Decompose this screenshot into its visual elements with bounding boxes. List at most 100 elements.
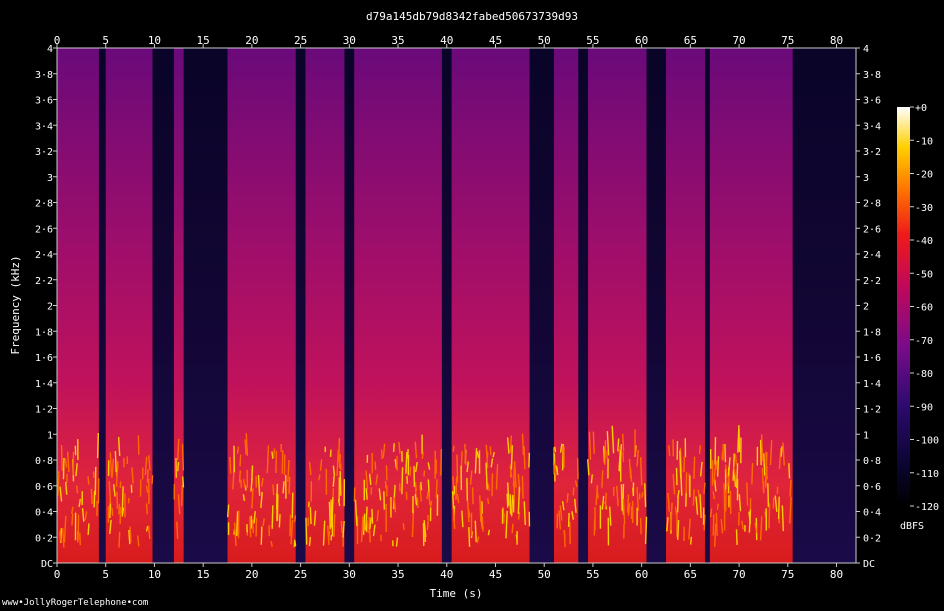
- colorbar-tick-label-4: -40: [915, 236, 933, 247]
- formant-streak-326: [502, 513, 505, 524]
- colorbar-tick-label-2: -20: [915, 170, 933, 181]
- colorbar-tick-label-3: -30: [915, 203, 933, 214]
- x-tick-label-top-7: 35: [391, 34, 404, 47]
- y-tick-label-left-16: 3·2: [35, 147, 53, 158]
- formant-streak-10: [87, 476, 90, 485]
- y-axis-left: DC 0·2 0·4 0·6 0·8 1 1·2 1·4 1·6 1·8 2 2·2 2·4 2·6 2·8…: [35, 44, 57, 570]
- colorbar: +0 -10 -20 -30 -40 -50 -60 -70 -80 -90 -100 -110 -12…: [897, 103, 939, 532]
- formant-streak-226: [402, 523, 405, 530]
- formant-streak-358: [567, 512, 570, 527]
- speech-segment-6: [451, 48, 530, 563]
- x-axis-top: 0 5 10 15 20 25 30 35 40 45 50 55 60 65 70 75 80: [54, 34, 843, 48]
- formant-streak-132: [272, 448, 276, 458]
- formant-streak-49: [118, 503, 121, 515]
- y-tick-label-right-6: 1·2: [863, 405, 881, 416]
- formant-streak-228: [440, 449, 443, 476]
- y-tick-label-left-2: 0·4: [35, 508, 53, 519]
- formant-streak-122: [240, 479, 243, 488]
- x-tick-label-bottom-16: 80: [830, 568, 843, 581]
- formant-streak-14: [87, 523, 90, 535]
- formant-streak-218: [430, 500, 433, 507]
- formant-streak-210: [421, 451, 424, 459]
- x-tick-label-top-16: 80: [830, 34, 843, 47]
- x-tick-label-bottom-3: 15: [197, 568, 210, 581]
- y-tick-label-right-15: 3: [863, 173, 869, 184]
- formant-streak-274: [468, 527, 471, 547]
- x-tick-label-top-4: 20: [245, 34, 258, 47]
- formant-streak-377: [644, 516, 648, 545]
- y-axis-right: DC 0·2 0·4 0·6 0·8 1 1·2 1·4 1·6 1·8 2 2·2 2·4 2·6 2·8…: [856, 44, 881, 570]
- formant-streak-311: [521, 475, 524, 499]
- y-axis-label: Frequency (kHz): [9, 255, 22, 354]
- colorbar-tick-label-0: +0: [915, 103, 927, 114]
- formant-streak-223: [371, 508, 374, 524]
- formant-streak-134: [246, 524, 249, 533]
- formant-streak-271: [452, 445, 455, 452]
- formant-streak-443: [674, 506, 678, 516]
- colorbar-tick-label-5: -50: [915, 269, 933, 280]
- formant-streak-198: [405, 452, 408, 474]
- y-tick-label-right-7: 1·4: [863, 379, 881, 390]
- x-tick-label-bottom-10: 50: [538, 568, 551, 581]
- formant-streak-383: [590, 474, 594, 484]
- formant-streak-314: [515, 534, 518, 540]
- formant-streak-39: [151, 475, 154, 484]
- formant-streak-484: [715, 512, 718, 536]
- x-tick-label-top-13: 65: [684, 34, 697, 47]
- formant-streak-286: [511, 523, 514, 534]
- formant-streak-171: [339, 471, 342, 496]
- formant-streak-361: [561, 444, 564, 471]
- formant-streak-233: [365, 488, 368, 500]
- formant-streak-307: [481, 516, 484, 532]
- formant-streak-13: [90, 488, 93, 505]
- x-tick-label-bottom-6: 30: [343, 568, 356, 581]
- x-tick-label-top-1: 5: [102, 34, 109, 47]
- x-tick-label-bottom-7: 35: [391, 568, 404, 581]
- x-tick-label-bottom-15: 75: [781, 568, 794, 581]
- formant-streak-186: [309, 507, 312, 525]
- y-tick-label-right-4: 0·8: [863, 456, 881, 467]
- formant-streak-530: [716, 503, 719, 510]
- formant-streak-81: [118, 531, 121, 548]
- formant-streak-135: [275, 450, 278, 474]
- formant-streak-0: [76, 485, 79, 494]
- y-tick-label-right-20: 4: [863, 44, 869, 55]
- formant-streak-485: [780, 446, 783, 457]
- formant-streak-405: [620, 484, 623, 511]
- formant-streak-95: [260, 526, 263, 545]
- speech-segment-0: [57, 48, 99, 563]
- formant-streak-92: [270, 541, 273, 547]
- colorbar-tick-label-9: -90: [915, 402, 933, 413]
- formant-streak-61: [121, 486, 124, 515]
- chart-title: d79a145db79d8342fabed50673739d93: [366, 10, 578, 23]
- x-tick-label-bottom-13: 65: [684, 568, 697, 581]
- quiet-segment-5: [441, 48, 452, 563]
- y-tick-label-left-10: 2: [47, 302, 53, 313]
- formant-streak-86: [176, 462, 180, 472]
- quiet-segment-10: [792, 48, 856, 563]
- formant-streak-74: [111, 507, 114, 516]
- formant-streak-118: [271, 451, 274, 459]
- formant-streak-340: [510, 494, 514, 517]
- speech-segment-7: [553, 48, 579, 563]
- y-tick-label-left-5: 1: [47, 430, 53, 441]
- colorbar-tick-label-11: -110: [915, 469, 939, 480]
- y-tick-label-right-3: 0·6: [863, 482, 881, 493]
- x-tick-label-top-11: 55: [586, 34, 599, 47]
- formant-streak-148: [244, 439, 247, 455]
- y-tick-label-left-9: 1·8: [35, 327, 53, 338]
- y-tick-label-right-16: 3·2: [863, 147, 881, 158]
- x-tick-label-bottom-2: 10: [148, 568, 161, 581]
- formant-streak-515: [788, 463, 791, 479]
- formant-streak-108: [249, 516, 252, 538]
- formant-streak-450: [680, 470, 683, 496]
- y-tick-label-right-0: DC: [863, 559, 875, 570]
- y-tick-label-right-14: 2·8: [863, 199, 881, 210]
- formant-streak-181: [328, 530, 331, 538]
- formant-streak-183: [331, 497, 334, 522]
- y-tick-label-right-19: 3·8: [863, 70, 881, 81]
- colorbar-tick-label-1: -10: [915, 136, 933, 147]
- formant-streak-113: [271, 505, 274, 529]
- formant-streak-371: [601, 470, 604, 488]
- y-tick-label-left-3: 0·6: [35, 482, 53, 493]
